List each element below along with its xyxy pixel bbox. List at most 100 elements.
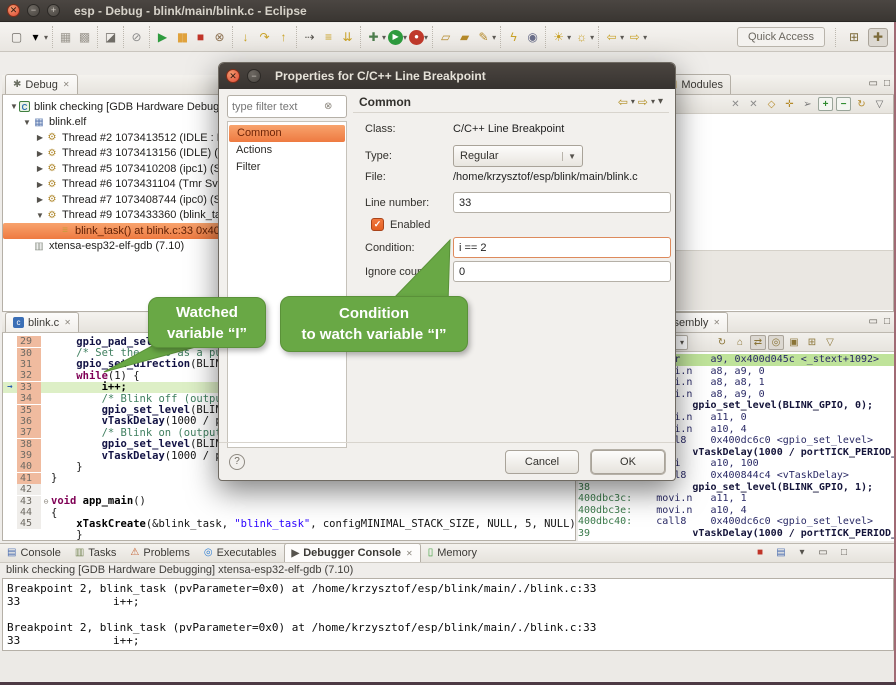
- resume-icon[interactable]: ▶: [154, 29, 171, 46]
- close-icon[interactable]: ✕: [63, 80, 70, 89]
- tree-expander-icon[interactable]: ▶: [35, 195, 45, 204]
- forward-arrow-icon[interactable]: ⇨: [638, 95, 648, 109]
- refresh-icon[interactable]: ↻: [714, 335, 730, 350]
- suspend-icon[interactable]: ▮▮: [173, 29, 190, 46]
- close-icon[interactable]: ✕: [406, 549, 413, 558]
- line-number[interactable]: 35: [17, 405, 41, 416]
- editor-line[interactable]: 42: [3, 484, 575, 495]
- remove-all-icon[interactable]: ✕: [746, 97, 761, 111]
- tree-expander-icon[interactable]: ▶: [35, 149, 45, 158]
- editor-line[interactable]: 43⊖void app_main(): [3, 495, 575, 506]
- window-minimize-button[interactable]: −: [27, 4, 40, 17]
- pin-view-icon[interactable]: ✛: [782, 97, 797, 111]
- save-icon[interactable]: ▦: [57, 29, 74, 46]
- line-number[interactable]: 42: [17, 484, 41, 495]
- line-number[interactable]: 30: [17, 348, 41, 359]
- tab-debug[interactable]: ✱ Debug ✕: [5, 74, 78, 94]
- dialog-section-common[interactable]: Common: [229, 125, 345, 142]
- condition-input[interactable]: [453, 237, 671, 258]
- open-import-icon[interactable]: ▰: [456, 29, 473, 46]
- new-dropdown-dropdown-icon[interactable]: ▾: [44, 33, 48, 42]
- sync-selection-icon[interactable]: ⇄: [750, 335, 766, 350]
- step-return-icon[interactable]: ↑: [275, 29, 292, 46]
- refresh-icon[interactable]: ↻: [854, 97, 869, 111]
- view-menu-icon[interactable]: ▾: [658, 96, 663, 107]
- line-number[interactable]: 41: [17, 473, 41, 484]
- show-registers-group-icon[interactable]: ◇: [764, 97, 779, 111]
- maximize-panel-icon[interactable]: □: [836, 545, 852, 560]
- line-number[interactable]: 38: [17, 439, 41, 450]
- line-number[interactable]: 34: [17, 393, 41, 404]
- home-icon[interactable]: ⌂: [732, 335, 748, 350]
- save-all-icon[interactable]: ▩: [76, 29, 93, 46]
- chevron-down-icon[interactable]: ▾: [631, 97, 635, 106]
- profile-icon[interactable]: ●: [409, 30, 424, 45]
- toggle-mark-occurrences-icon[interactable]: ☀: [550, 29, 567, 46]
- line-number[interactable]: 33: [17, 382, 41, 393]
- edit-pencil-dropdown-icon[interactable]: ▾: [492, 33, 496, 42]
- type-select[interactable]: Regular ▼: [453, 145, 583, 167]
- tree-expander-icon[interactable]: ▼: [9, 102, 19, 111]
- tree-expander-icon[interactable]: ▼: [35, 211, 45, 220]
- open-new-view-icon[interactable]: ▣: [786, 335, 802, 350]
- view-menu-icon[interactable]: ▽: [822, 335, 838, 350]
- open-folder-icon[interactable]: ▱: [437, 29, 454, 46]
- editor-line[interactable]: }: [3, 530, 575, 541]
- back-icon[interactable]: ⇦: [603, 29, 620, 46]
- ok-button[interactable]: OK: [591, 450, 665, 474]
- toggle-block-selection-icon[interactable]: ☼: [573, 29, 590, 46]
- minimize-panel-icon[interactable]: ▭: [815, 545, 831, 560]
- close-icon[interactable]: ✕: [713, 318, 720, 327]
- line-number[interactable]: 31: [17, 359, 41, 370]
- line-number[interactable]: 29: [17, 336, 41, 347]
- line-number[interactable]: 39: [17, 450, 41, 461]
- drop-to-frame-icon[interactable]: ⇊: [339, 29, 356, 46]
- line-number-input[interactable]: [453, 192, 671, 213]
- new-dropdown-icon[interactable]: ▾: [27, 29, 44, 46]
- collapse-all-icon[interactable]: −: [836, 97, 851, 111]
- console-output[interactable]: Breakpoint 2, blink_task (pvParameter=0x…: [2, 578, 894, 651]
- expand-all-icon[interactable]: +: [818, 97, 833, 111]
- tree-expander-icon[interactable]: ▶: [35, 180, 45, 189]
- dialog-section-filter[interactable]: Filter: [228, 159, 346, 176]
- close-icon[interactable]: ✕: [64, 318, 71, 327]
- select-pointer-icon[interactable]: ➢: [800, 97, 815, 111]
- step-over-icon[interactable]: ↷: [256, 29, 273, 46]
- quick-access-button[interactable]: Quick Access: [737, 27, 825, 47]
- line-number[interactable]: 37: [17, 427, 41, 438]
- build-binary-icon[interactable]: ◪: [102, 29, 119, 46]
- line-number[interactable]: 43: [17, 496, 41, 507]
- window-maximize-button[interactable]: +: [47, 4, 60, 17]
- profile-dropdown-icon[interactable]: ▾: [424, 33, 428, 42]
- run-icon[interactable]: ▶: [388, 30, 403, 45]
- maximize-icon[interactable]: □: [884, 316, 890, 327]
- display-selected-console-icon[interactable]: ▤: [773, 545, 789, 560]
- debug-icon[interactable]: ✚: [365, 29, 382, 46]
- forward-dropdown-icon[interactable]: ▾: [643, 33, 647, 42]
- fold-marker-icon[interactable]: ⊖: [41, 497, 51, 506]
- team-icon[interactable]: ◉: [524, 29, 541, 46]
- flash-icon[interactable]: ϟ: [505, 29, 522, 46]
- tree-expander-icon[interactable]: ▶: [35, 133, 45, 142]
- window-close-button[interactable]: ✕: [7, 4, 20, 17]
- line-number[interactable]: 45: [17, 518, 41, 529]
- dialog-section-actions[interactable]: Actions: [228, 142, 346, 159]
- terminate-icon[interactable]: ■: [192, 29, 209, 46]
- tree-expander-icon[interactable]: ▶: [35, 164, 45, 173]
- enabled-checkbox[interactable]: ✓: [371, 218, 384, 231]
- dialog-minimize-button[interactable]: −: [247, 69, 261, 83]
- line-number[interactable]: 40: [17, 461, 41, 472]
- tab-tasks[interactable]: ▥Tasks: [68, 543, 124, 562]
- editor-line[interactable]: 45 xTaskCreate(&blink_task, "blink_task"…: [3, 518, 575, 529]
- console-dropdown-icon[interactable]: ▾: [794, 545, 810, 560]
- new-wizard-icon[interactable]: ▢: [8, 29, 25, 46]
- filter-input[interactable]: [232, 101, 324, 113]
- tab-problems[interactable]: ⚠Problems: [123, 543, 196, 562]
- toggle-block-selection-dropdown-icon[interactable]: ▾: [590, 33, 594, 42]
- forward-icon[interactable]: ⇨: [626, 29, 643, 46]
- remove-selected-icon[interactable]: ✕: [728, 97, 743, 111]
- minimize-icon[interactable]: ▭: [869, 316, 878, 327]
- debug-dropdown-icon[interactable]: ▾: [382, 33, 386, 42]
- tab-executables[interactable]: ◎Executables: [197, 543, 284, 562]
- maximize-icon[interactable]: □: [884, 78, 890, 89]
